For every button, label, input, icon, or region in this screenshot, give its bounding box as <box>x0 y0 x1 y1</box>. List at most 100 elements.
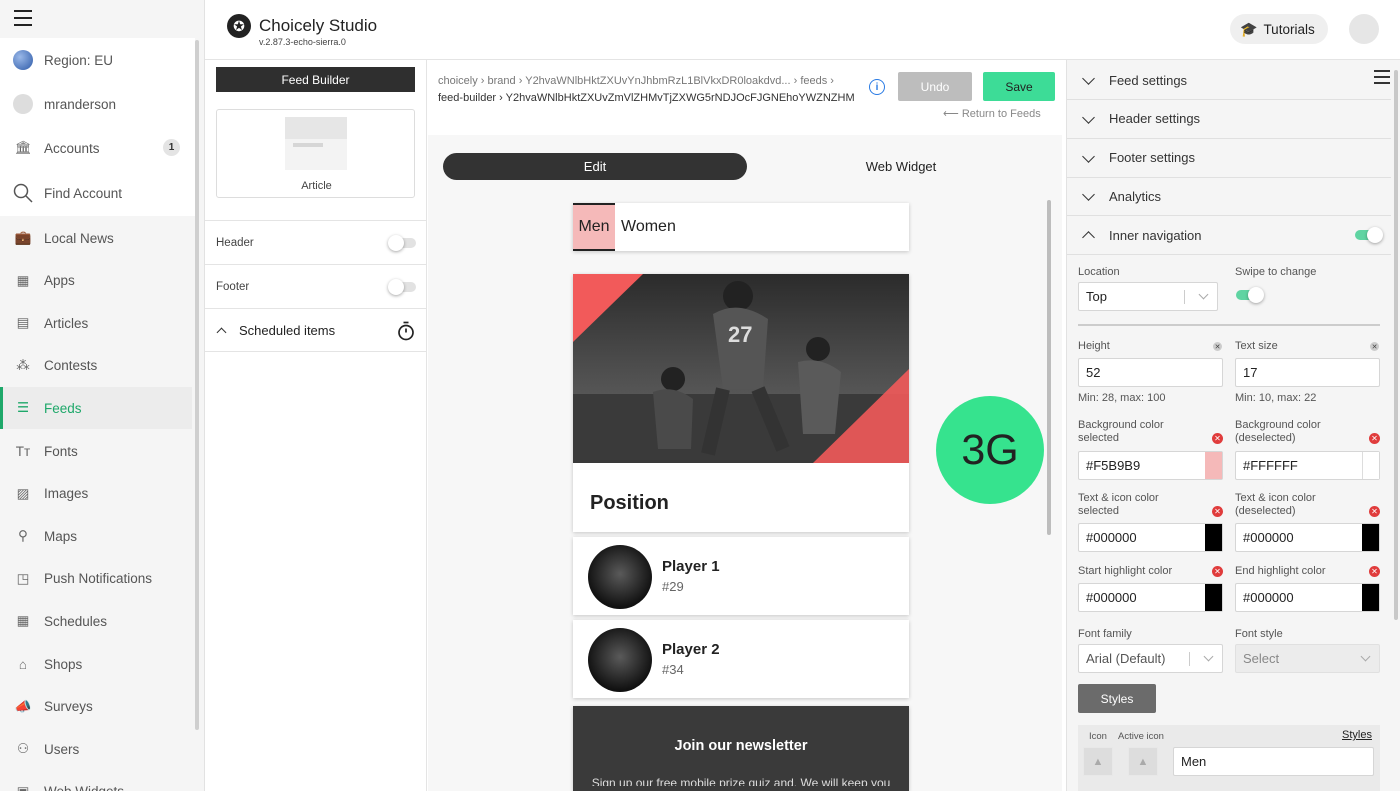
swipe-label: Swipe to change <box>1235 266 1317 278</box>
sidebar-item-label: Maps <box>44 528 78 544</box>
text-selected-input[interactable]: #000000 <box>1078 523 1223 552</box>
newsletter-card[interactable]: Join our newsletter Sign up our free mob… <box>573 706 909 791</box>
tab-web-widget[interactable]: Web Widget <box>749 153 1053 180</box>
section-header-settings[interactable]: Header settings <box>1067 100 1391 139</box>
preview-scrollbar[interactable] <box>1047 200 1051 535</box>
color-swatch[interactable] <box>1362 584 1379 611</box>
section-footer-settings[interactable]: Footer settings <box>1067 139 1391 178</box>
sidebar-item-images[interactable]: ▨ Images <box>0 473 192 515</box>
font-family-select[interactable]: Arial (Default) <box>1078 644 1223 673</box>
player-name: Player 1 <box>662 558 720 575</box>
sidebar-item-maps[interactable]: ⚲ Maps <box>0 515 192 557</box>
font-style-select[interactable]: Select <box>1235 644 1380 673</box>
sidebar-scrollbar[interactable] <box>195 40 199 730</box>
image-placeholder-icon[interactable]: ▲ <box>1128 747 1158 776</box>
settings-scrollbar[interactable] <box>1394 70 1398 620</box>
breadcrumb-line-1[interactable]: choicely › brand › Y2hvaWNlbHktZXUvYnJhb… <box>438 73 868 90</box>
sidebar-item-feeds[interactable]: ☰ Feeds <box>0 387 192 430</box>
sidebar-item-schedules[interactable]: ▦ Schedules <box>0 600 192 642</box>
text-deselected-input[interactable]: #000000 <box>1235 523 1380 552</box>
sidebar-item-users[interactable]: ⚇ Users <box>0 728 192 770</box>
swipe-toggle[interactable] <box>1236 287 1264 303</box>
sidebar-item-accounts[interactable]: 🏛 Accounts 1 <box>0 127 192 169</box>
sidebar-item-push-notifications[interactable]: ◳ Push Notifications <box>0 558 192 600</box>
undo-button[interactable]: Undo <box>898 72 972 101</box>
article-component-card[interactable]: Article <box>216 109 415 198</box>
bank-icon: 🏛 <box>14 140 32 155</box>
color-swatch[interactable] <box>1362 452 1379 479</box>
bg-deselected-input[interactable]: #FFFFFF <box>1235 451 1380 480</box>
footer-toggle[interactable] <box>388 279 416 295</box>
sidebar-item-web-widgets[interactable]: ▣ Web Widgets <box>0 771 192 791</box>
color-swatch[interactable] <box>1205 452 1222 479</box>
save-button[interactable]: Save <box>983 72 1055 101</box>
color-swatch[interactable] <box>1205 584 1222 611</box>
sidebar-item-articles[interactable]: ▤ Articles <box>0 302 192 344</box>
location-label: Location <box>1078 266 1120 278</box>
image-placeholder-icon[interactable]: ▲ <box>1083 747 1113 776</box>
remove-color-icon[interactable]: ✕ <box>1369 566 1380 577</box>
article-preview-card[interactable]: 27 Position <box>573 274 909 532</box>
sidebar-item-label: Push Notifications <box>44 571 153 587</box>
tutorials-button[interactable]: 🎓 Tutorials <box>1230 14 1328 44</box>
section-inner-navigation[interactable]: Inner navigation <box>1067 216 1391 256</box>
return-to-feeds-link[interactable]: ⟵ Return to Feeds <box>943 107 1041 120</box>
remove-color-icon[interactable]: ✕ <box>1212 433 1223 444</box>
avatar[interactable] <box>1349 14 1379 44</box>
start-highlight-input[interactable]: #000000 <box>1078 583 1223 612</box>
bg-selected-input[interactable]: #F5B9B9 <box>1078 451 1223 480</box>
font-icon: Tт <box>15 443 31 459</box>
player-card[interactable]: Player 1 #29 <box>573 537 909 615</box>
menu-icon[interactable] <box>14 10 32 26</box>
textsize-hint: Min: 10, max: 22 <box>1235 392 1317 404</box>
sidebar-item-label: Contests <box>44 358 98 374</box>
breadcrumb-line-2[interactable]: feed-builder › Y2hvaWNlbHktZXUvZmVlZHMvT… <box>438 90 868 107</box>
calendar-icon: ▦ <box>16 613 30 629</box>
nav-tab-women[interactable]: Women <box>621 203 676 251</box>
list-icon: ☰ <box>16 400 30 416</box>
bg-deselected-label: Background color (deselected) <box>1235 419 1321 444</box>
sidebar-item-apps[interactable]: ▦ Apps <box>0 260 192 302</box>
chevron-down-icon <box>1082 188 1095 202</box>
end-highlight-input[interactable]: #000000 <box>1235 583 1380 612</box>
feed-builder-title[interactable]: Feed Builder <box>216 67 415 92</box>
nav-tab-men[interactable]: Men <box>573 203 615 251</box>
sidebar-item-contests[interactable]: ⁂ Contests <box>0 345 192 387</box>
sidebar-item-local-news[interactable]: 💼 Local News <box>0 217 192 259</box>
tab-edit[interactable]: Edit <box>443 153 747 180</box>
chevron-down-icon <box>1360 651 1371 662</box>
stopwatch-icon[interactable] <box>397 321 415 344</box>
location-select[interactable]: Top <box>1078 282 1218 311</box>
sidebar-item-shops[interactable]: ⌂ Shops <box>0 643 192 685</box>
remove-color-icon[interactable]: ✕ <box>1212 506 1223 517</box>
height-input[interactable]: 52 <box>1078 358 1223 387</box>
color-swatch[interactable] <box>1362 524 1379 551</box>
tab-name-input[interactable]: Men <box>1173 747 1374 776</box>
region-selector[interactable]: Region: EU <box>0 39 192 81</box>
sidebar-item-label: Accounts <box>44 140 100 156</box>
styles-button[interactable]: Styles <box>1078 684 1156 713</box>
styles-link[interactable]: Styles <box>1342 729 1372 742</box>
header-row: Header <box>205 220 427 264</box>
section-feed-settings[interactable]: Feed settings <box>1067 61 1391 100</box>
sidebar-item-surveys[interactable]: 📣 Surveys <box>0 686 192 728</box>
sidebar-item-fonts[interactable]: Tт Fonts <box>0 430 192 472</box>
remove-color-icon[interactable]: ✕ <box>1369 506 1380 517</box>
clear-icon[interactable]: ✕ <box>1213 342 1222 351</box>
player-card[interactable]: Player 2 #34 <box>573 620 909 698</box>
user-menu[interactable]: mranderson <box>0 83 192 125</box>
breadcrumb: choicely › brand › Y2hvaWNlbHktZXUvYnJhb… <box>438 73 868 107</box>
clear-icon[interactable]: ✕ <box>1370 342 1379 351</box>
info-icon[interactable]: i <box>869 79 885 95</box>
header-toggle[interactable] <box>388 235 416 251</box>
inner-navigation-preview[interactable]: Men Women <box>573 203 909 251</box>
color-swatch[interactable] <box>1205 524 1222 551</box>
textsize-input[interactable]: 17 <box>1235 358 1380 387</box>
sidebar-item-find-account[interactable]: Find Account <box>0 172 192 214</box>
remove-color-icon[interactable]: ✕ <box>1369 433 1380 444</box>
remove-color-icon[interactable]: ✕ <box>1212 566 1223 577</box>
scheduled-items-row[interactable]: Scheduled items <box>205 308 427 352</box>
inner-navigation-toggle[interactable] <box>1355 227 1383 243</box>
tutorials-label: Tutorials <box>1263 21 1315 37</box>
section-analytics[interactable]: Analytics <box>1067 177 1391 217</box>
